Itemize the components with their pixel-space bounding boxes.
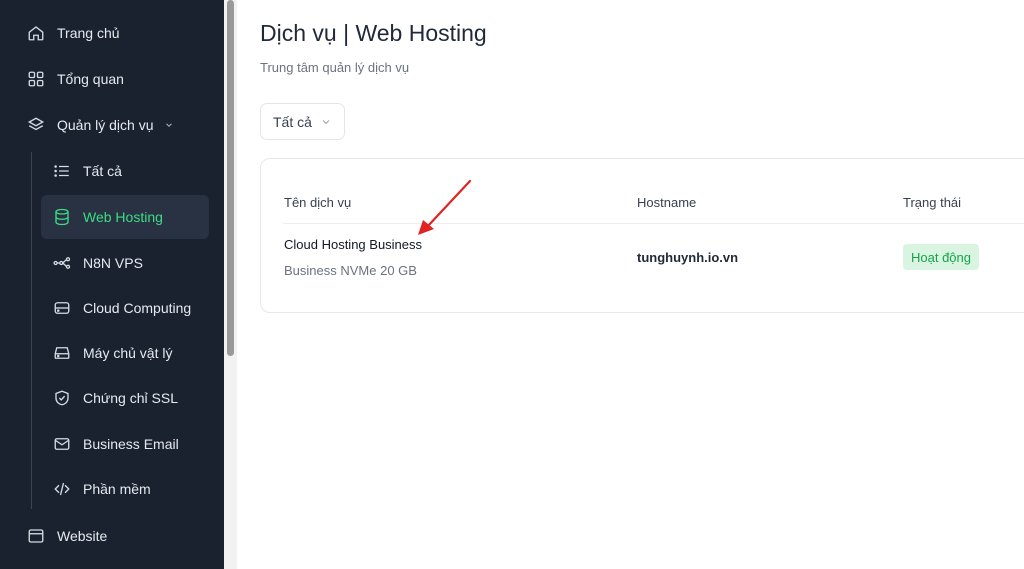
service-hostname: tunghuynh.io.vn	[637, 250, 739, 265]
column-header-service-name: Tên dịch vụ	[284, 195, 352, 210]
sidebar-item-label: Tất cả	[83, 163, 122, 179]
sidebar-item-label: Trang chủ	[57, 25, 120, 41]
sidebar-item-label: Tổng quan	[57, 71, 124, 87]
annotation-arrow-icon	[418, 179, 472, 235]
column-header-status: Trạng thái	[903, 195, 962, 210]
chevron-down-icon	[320, 116, 332, 128]
sidebar-scrollbar-thumb[interactable]	[227, 0, 234, 356]
sidebar: Trang chủ Tổng quan Quản lý dịch vụ Tất …	[0, 0, 224, 569]
sidebar-item-label: Web Hosting	[83, 209, 163, 225]
mail-icon	[53, 435, 71, 453]
service-name[interactable]: Cloud Hosting Business	[284, 237, 422, 252]
sidebar-item-overview[interactable]: Tổng quan	[0, 61, 224, 97]
sidebar-item-label: Quản lý dịch vụ	[57, 117, 154, 133]
workflow-icon	[53, 254, 71, 272]
filter-selected-value: Tất cả	[273, 113, 312, 130]
sidebar-subitem-web-hosting[interactable]: Web Hosting	[41, 195, 209, 239]
sidebar-subitem-dedicated-server[interactable]: Máy chủ vật lý	[0, 335, 224, 371]
chevron-down-icon	[164, 120, 174, 130]
sidebar-item-label: Phần mềm	[83, 481, 151, 497]
services-table-card: Tên dịch vụ Hostname Trạng thái Cloud Ho…	[260, 158, 1024, 313]
page-subtitle: Trung tâm quản lý dịch vụ	[260, 60, 410, 75]
sidebar-subitem-business-email[interactable]: Business Email	[0, 426, 224, 462]
sidebar-item-label: Website	[57, 528, 108, 544]
sidebar-subitem-cloud-computing[interactable]: Cloud Computing	[0, 290, 224, 326]
code-icon	[53, 480, 71, 498]
sidebar-item-home[interactable]: Trang chủ	[0, 15, 224, 51]
header-divider	[283, 223, 1024, 224]
sidebar-item-website[interactable]: Website	[0, 518, 224, 554]
browser-icon	[27, 527, 45, 545]
page-title: Dịch vụ | Web Hosting	[260, 20, 487, 46]
layers-icon	[27, 116, 45, 134]
home-icon	[27, 24, 45, 42]
list-icon	[53, 162, 71, 180]
grid-icon	[27, 70, 45, 88]
server-icon	[53, 299, 71, 317]
sidebar-item-label: Máy chủ vật lý	[83, 345, 173, 361]
service-plan: Business NVMe 20 GB	[284, 263, 417, 278]
sidebar-subitem-n8n-vps[interactable]: N8N VPS	[0, 245, 224, 281]
column-header-hostname: Hostname	[637, 195, 697, 210]
sidebar-item-service-management[interactable]: Quản lý dịch vụ	[0, 107, 224, 143]
shield-check-icon	[53, 389, 71, 407]
sidebar-item-label: Business Email	[83, 436, 179, 452]
sidebar-item-label: Chứng chỉ SSL	[83, 390, 178, 406]
sidebar-item-label: Cloud Computing	[83, 300, 192, 316]
sidebar-subitem-software[interactable]: Phần mềm	[0, 471, 224, 507]
sidebar-subitem-all[interactable]: Tất cả	[0, 153, 224, 189]
filter-select[interactable]: Tất cả	[260, 103, 345, 140]
status-badge: Hoạt động	[903, 244, 979, 270]
database-icon	[53, 208, 71, 226]
sidebar-subitem-ssl[interactable]: Chứng chỉ SSL	[0, 380, 224, 416]
hard-drive-icon	[53, 344, 71, 362]
sidebar-item-label: N8N VPS	[83, 255, 143, 271]
